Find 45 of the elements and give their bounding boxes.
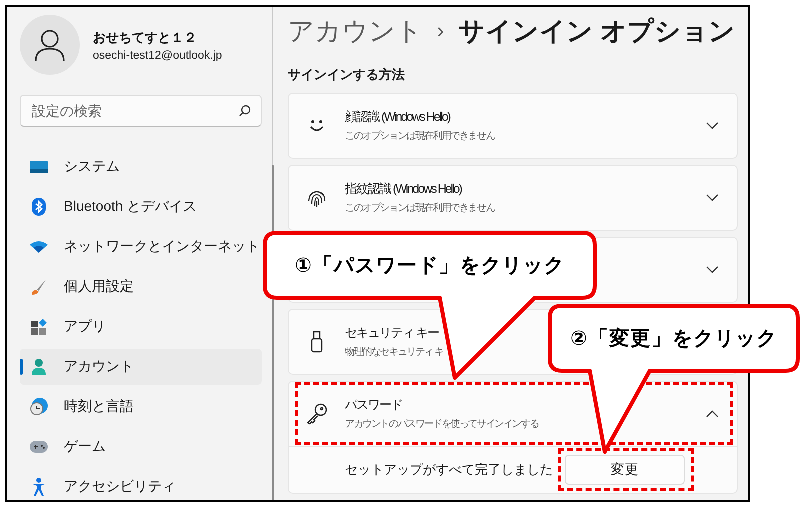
status-text: セットアップがすべて完了しました xyxy=(345,461,554,479)
option-title: 指紋認識 (Windows Hello) xyxy=(345,181,462,198)
nav-item[interactable]: アクセシビリティ xyxy=(20,469,262,500)
option-title: セキュリティ キー xyxy=(345,325,439,342)
option-title: パスワード xyxy=(345,397,402,414)
chevron-down-icon[interactable] xyxy=(706,266,719,274)
nav-icon xyxy=(32,198,46,216)
page-title: サインイン オプション xyxy=(458,14,736,48)
nav-item[interactable]: ゲーム xyxy=(20,429,262,465)
breadcrumb-separator: › xyxy=(437,18,444,44)
usb-key-icon xyxy=(311,331,323,353)
nav-icon xyxy=(30,398,48,416)
option-description: このオプションは現在利用できません xyxy=(345,130,495,143)
option-title: 顔認識 (Windows Hello) xyxy=(345,109,450,126)
key-icon xyxy=(306,403,328,425)
nav-item[interactable]: ネットワークとインターネット xyxy=(20,229,262,265)
nav-item[interactable]: Bluetooth とデバイス xyxy=(20,189,262,225)
nav-icon xyxy=(31,279,47,295)
nav-icon xyxy=(31,319,47,335)
callout-text: ②「変更」をクリック xyxy=(570,325,778,352)
change-button[interactable]: 変更 xyxy=(565,455,685,485)
user-name: おせちてすと１２ xyxy=(93,28,198,46)
nav-item[interactable]: アプリ xyxy=(20,309,262,345)
option-description: アカウントのパスワードを使ってサインインする xyxy=(345,418,539,431)
option-description: このオプションは現在利用できません xyxy=(345,202,495,215)
user-email: osechi-test12@outlook.jp xyxy=(93,50,222,62)
nav-icon xyxy=(30,241,48,253)
nav-icon xyxy=(30,441,48,453)
search-icon xyxy=(239,105,251,117)
face-icon xyxy=(309,120,325,132)
chevron-up-icon[interactable] xyxy=(706,410,719,418)
breadcrumb-parent: アカウント xyxy=(288,14,423,48)
nav-item[interactable]: 個人用設定 xyxy=(20,269,262,305)
nav-item[interactable]: 時刻と言語 xyxy=(20,389,262,425)
nav-item[interactable]: アカウント xyxy=(20,349,262,385)
nav-icon xyxy=(31,359,47,375)
nav-item[interactable]: システム xyxy=(20,149,262,185)
chevron-down-icon[interactable] xyxy=(706,194,719,202)
section-heading: サインインする方法 xyxy=(288,66,406,84)
option-description: 物理的なセキュリティ キ xyxy=(345,346,444,359)
nav-icon xyxy=(32,478,46,496)
search-field[interactable]: 設定の検索 xyxy=(20,95,262,127)
nav-icon xyxy=(30,160,48,174)
callout-text: ①「パスワード」をクリック xyxy=(295,252,565,279)
chevron-down-icon[interactable] xyxy=(706,122,719,130)
